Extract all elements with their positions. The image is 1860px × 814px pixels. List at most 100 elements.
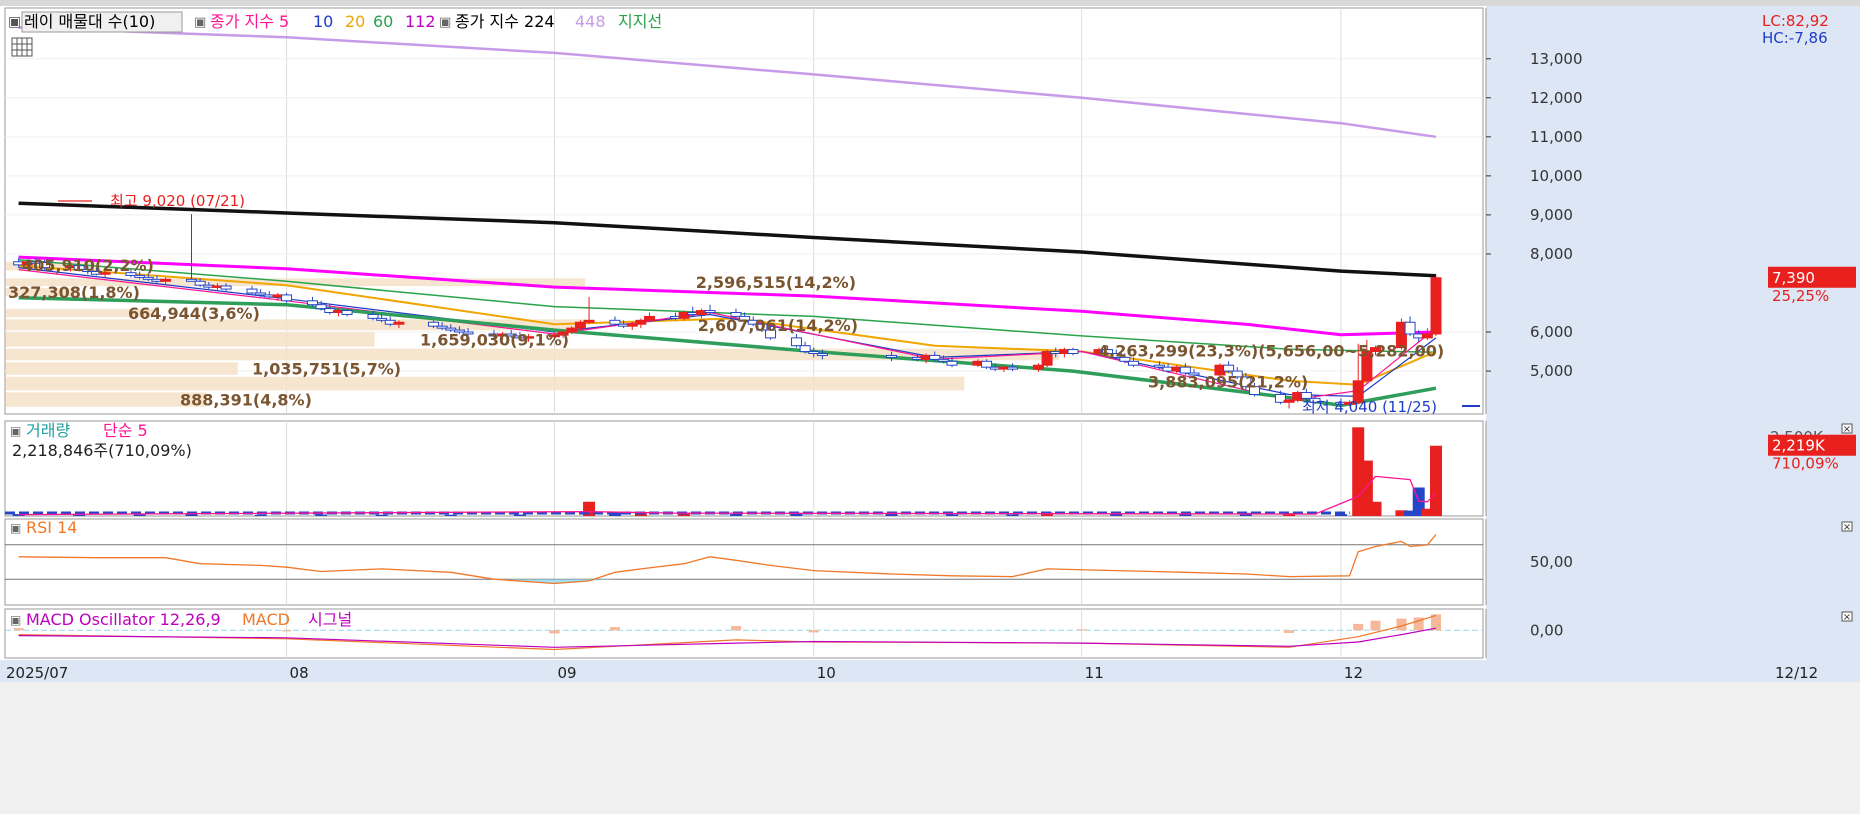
volume-bar (254, 514, 267, 516)
macd-oscillator-bar (1370, 620, 1381, 631)
volume-profile-label: 405,910(2,2%) (22, 256, 154, 275)
price-axis-label: 10,000 (1530, 167, 1583, 185)
candle-body (160, 278, 172, 282)
price-legend-item: 60 (373, 12, 393, 31)
last-date-label: 12/12 (1775, 664, 1818, 682)
high-price-label: 최고 9,020 (07/21) (110, 192, 245, 210)
volume-bar (1006, 514, 1019, 516)
candle-body (367, 313, 379, 319)
date-axis-label: 09 (557, 664, 576, 682)
volume-profile-label: 3,883,095(21,2%) (1148, 373, 1308, 392)
price-legend-item: 종가 지수 224 (455, 12, 555, 31)
volume-bar (946, 514, 959, 516)
candle-body (1007, 366, 1019, 370)
close-icon-glyph: × (1843, 522, 1851, 533)
volume-profile-label: 2,607,061(14,2%) (698, 316, 858, 335)
close-icon-glyph: × (1843, 612, 1851, 623)
legend-marker-icon: ▣ (8, 14, 21, 30)
volume-profile-bar (6, 362, 238, 375)
legend-marker-icon: ▣ (439, 15, 451, 30)
candle-body (704, 310, 716, 313)
date-axis-label: 11 (1085, 664, 1104, 682)
lc-label: LC:82,92 (1762, 12, 1829, 30)
low-price-label: 최저 4,040 (11/25) (1302, 398, 1437, 416)
date-axis-label: 10 (817, 664, 836, 682)
macd-oscillator-bar (609, 627, 620, 631)
volume-bar (513, 514, 526, 516)
candle-body (393, 321, 405, 325)
candle-body (886, 354, 898, 358)
candle-body (574, 321, 586, 329)
hc-label: HC:-7,86 (1762, 29, 1828, 47)
price-legend-item: 10 (313, 12, 333, 31)
volume-bar (1369, 501, 1382, 516)
price-legend-item: 448 (575, 12, 606, 31)
empty-area (0, 682, 1860, 814)
price-legend-item: 112 (405, 12, 436, 31)
volume-bar (133, 514, 146, 516)
date-axis-label: 2025/07 (6, 664, 68, 682)
volume-current-label: 2,219K (1772, 437, 1826, 455)
price-axis-label: 11,000 (1530, 128, 1583, 146)
legend-marker-icon: ▣ (10, 613, 21, 627)
current-change-label: 25,25% (1772, 287, 1829, 305)
volume-profile-label: 327,308(1,8%) (8, 283, 140, 302)
volume-profile-label: 1,659,030(9,1%) (420, 330, 569, 349)
candle-body (315, 304, 327, 310)
candle-body (1223, 364, 1235, 372)
price-legend-item: 레이 매물대 수(10) (24, 12, 155, 31)
macd-oscillator-bar (1353, 623, 1364, 631)
candle-body (609, 319, 621, 325)
candle-body (246, 288, 258, 294)
price-legend-item: 20 (345, 12, 365, 31)
candle-body (929, 354, 941, 360)
candle-body (583, 319, 595, 323)
legend-marker-icon: ▣ (10, 424, 21, 438)
volume-bar (1430, 445, 1442, 516)
candle-body (306, 300, 318, 306)
candle-body (816, 352, 828, 356)
price-axis-label: 13,000 (1530, 50, 1583, 68)
candle-body (220, 285, 232, 290)
candle-body (1430, 277, 1442, 335)
candle-body (1032, 364, 1044, 370)
price-legend-item: 지지선 (618, 12, 662, 31)
candle-body (799, 345, 811, 353)
stock-chart-canvas[interactable]: 405,910(2,2%) 327,308(1,8%) 2,596,515(14,2… (0, 0, 1860, 814)
close-icon-glyph: × (1843, 424, 1851, 435)
volume-profile-label: 888,391(4,8%) (180, 391, 312, 410)
macd-axis-label: 0,00 (1530, 621, 1563, 639)
candle-body (341, 310, 353, 315)
volume-profile-label: 664,944(3,6%) (128, 304, 260, 323)
macd-oscillator-bar (1284, 630, 1295, 633)
date-axis-label: 12 (1344, 664, 1363, 682)
legend-marker-icon: ▣ (194, 15, 206, 30)
volume-legend-item: 단순 5 (103, 421, 148, 440)
macd-oscillator-bar (13, 628, 24, 631)
candle-body (946, 360, 958, 366)
volume-profile-bar (6, 392, 207, 407)
candle-body (1067, 349, 1079, 354)
price-axis-label: 6,000 (1530, 323, 1573, 341)
candle-body (981, 360, 993, 368)
date-axis-panel (0, 660, 1860, 682)
macd-oscillator-bar (549, 630, 560, 634)
rsi-axis-label: 50,00 (1530, 553, 1573, 571)
volume-legend-item: 거래량 (26, 421, 70, 440)
price-axis-panel (1486, 6, 1860, 682)
volume-change-label: 710,09% (1772, 455, 1839, 473)
date-axis-label: 08 (290, 664, 309, 682)
macd-legend-item: MACD (242, 610, 290, 629)
price-axis-label: 9,000 (1530, 206, 1573, 224)
macd-legend-item: MACD Oscillator 12,26,9 (26, 610, 221, 629)
candle-body (1128, 360, 1140, 366)
current-price-label: 7,390 (1772, 269, 1815, 287)
volume-info-label: 2,218,846주(710,09%) (12, 441, 192, 460)
rsi-legend-item: RSI 14 (26, 518, 77, 537)
volume-profile-bar (6, 376, 965, 391)
volume-profile-label: 1,035,751(5,7%) (252, 360, 401, 379)
price-axis-label: 12,000 (1530, 89, 1583, 107)
volume-profile-label: 4,263,299(23,3%)(5,656,00~5,282,00) (1098, 341, 1444, 360)
macd-oscillator-bar (808, 630, 819, 633)
candle-body (635, 319, 647, 325)
